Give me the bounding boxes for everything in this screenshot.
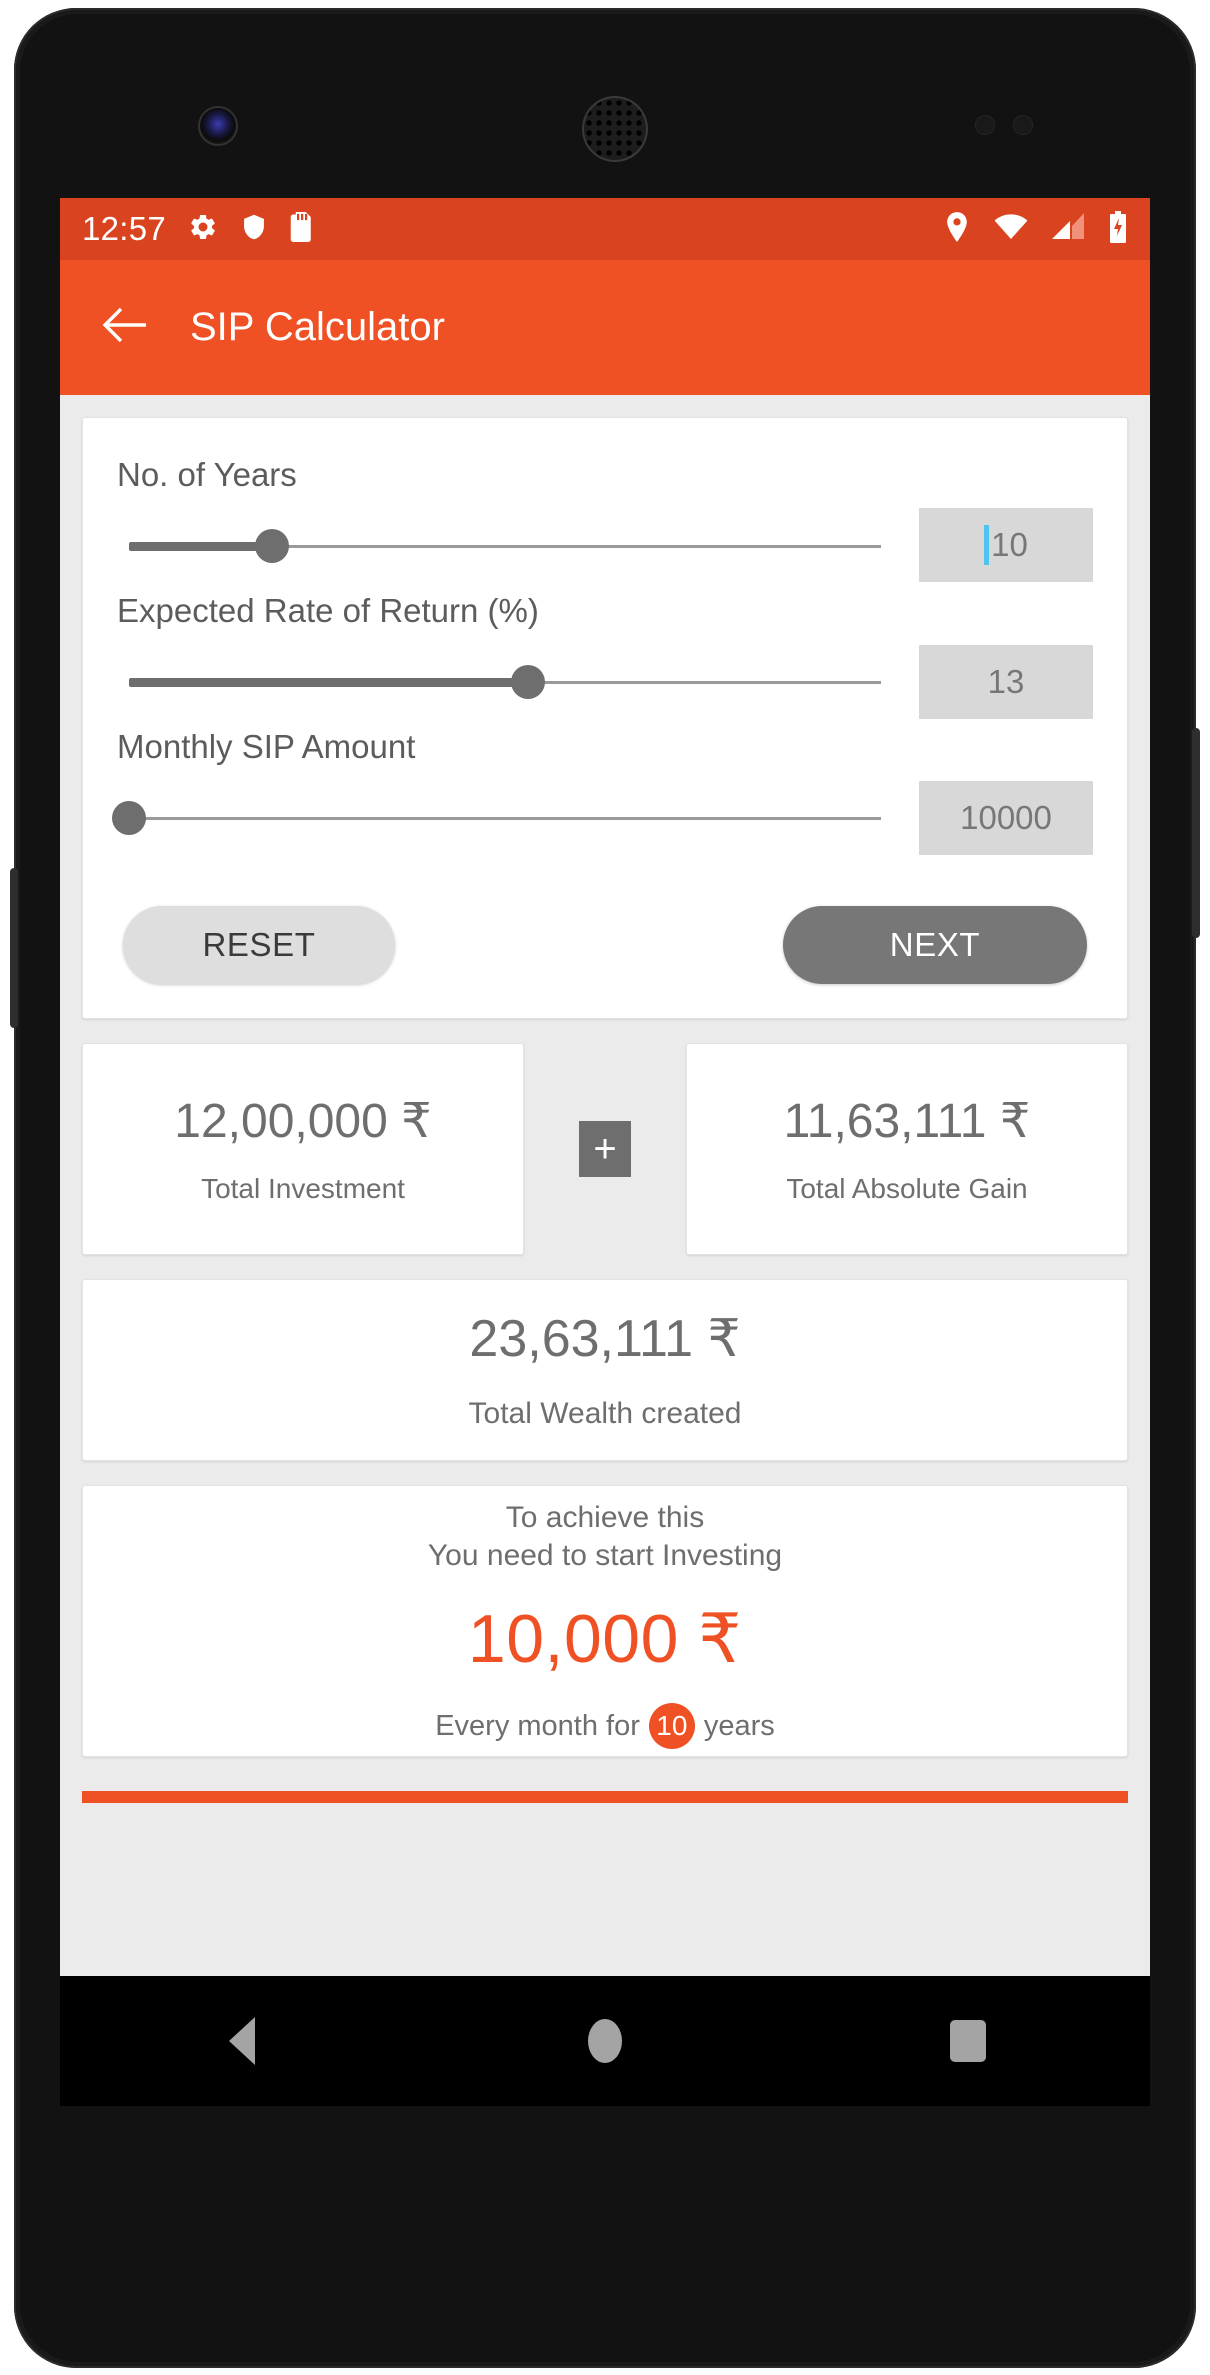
inputs-card: No. of Years 10 Expected Rate of Return … (82, 417, 1128, 1019)
back-button[interactable] (88, 291, 162, 365)
years-input[interactable]: 10 (919, 508, 1093, 582)
goal-line-1: To achieve this (505, 1500, 705, 1534)
total-gain-card: 11,63,111 ₹ Total Absolute Gain (686, 1043, 1128, 1255)
signal-icon (1052, 212, 1084, 246)
total-gain-amount: 11,63,111 ₹ (783, 1095, 1031, 1148)
total-wealth-caption: Total Wealth created (468, 1397, 742, 1430)
label-monthly-sip: Monthly SIP Amount (117, 728, 416, 765)
total-investment-caption: Total Investment (201, 1173, 405, 1204)
bottom-accent-strip (82, 1791, 1128, 1803)
reset-button[interactable]: RESET (123, 906, 395, 984)
sip-amount-input[interactable]: 10000 (919, 781, 1093, 855)
slider-fill (129, 542, 272, 551)
goal-line-2: You need to start Investing (427, 1538, 783, 1572)
light-sensor-icon (1014, 116, 1032, 134)
volume-button[interactable] (1192, 728, 1200, 938)
phone-device-frame: 12:57 SIP Calculator No. of Years 10 Exp… (10, 8, 1200, 2368)
gear-icon (188, 212, 218, 247)
next-button[interactable]: NEXT (783, 906, 1087, 984)
arrow-left-icon (102, 306, 148, 349)
sip-amount-input-value: 10000 (960, 799, 1052, 836)
goal-footer-prefix: Every month for (435, 1709, 640, 1742)
label-no-of-years: No. of Years (117, 456, 297, 493)
android-navigation-bar (60, 1976, 1150, 2106)
earpiece-speaker-icon (584, 98, 646, 160)
slider-track (129, 817, 881, 820)
nav-back-button[interactable] (182, 1996, 302, 2086)
status-bar-left: 12:57 (82, 210, 314, 248)
nav-recents-button[interactable] (908, 1996, 1028, 2086)
slider-sip-amount[interactable] (112, 772, 893, 864)
shield-icon (240, 212, 268, 247)
location-icon (944, 211, 970, 248)
slider-row-rate: 13 (117, 636, 1093, 728)
goal-monthly-amount: 10,000 ₹ (467, 1601, 743, 1678)
status-bar-right (944, 210, 1128, 248)
page-title: SIP Calculator (190, 305, 445, 349)
proximity-sensor-icon (976, 116, 994, 134)
status-clock: 12:57 (82, 210, 167, 247)
sd-card-icon (290, 211, 314, 247)
rate-input-value: 13 (987, 663, 1025, 700)
total-wealth-card: 23,63,111 ₹ Total Wealth created (82, 1279, 1128, 1461)
slider-thumb[interactable] (112, 801, 146, 835)
app-bar: SIP Calculator (60, 260, 1150, 395)
years-input-value: 10 (991, 526, 1028, 563)
slider-row-years: 10 (117, 500, 1093, 592)
label-expected-rate: Expected Rate of Return (%) (117, 592, 539, 629)
wifi-icon (994, 213, 1028, 246)
plus-icon: + (579, 1121, 631, 1177)
status-bar: 12:57 (60, 198, 1150, 260)
slider-thumb[interactable] (254, 529, 289, 563)
results-split-row: 12,00,000 ₹ Total Investment + 11,63,111… (82, 1043, 1128, 1255)
front-camera-icon (200, 108, 236, 144)
nav-home-button[interactable] (545, 1996, 665, 2086)
goal-footer: Every month for 10 years (435, 1703, 775, 1750)
main-content: No. of Years 10 Expected Rate of Return … (60, 395, 1150, 1803)
nav-recents-icon (950, 2020, 987, 2062)
slider-row-sip: 10000 (112, 772, 1093, 864)
total-gain-caption: Total Absolute Gain (786, 1173, 1028, 1204)
battery-charging-icon (1108, 210, 1128, 248)
nav-back-icon (228, 2017, 255, 2065)
slider-rate[interactable] (117, 636, 893, 728)
text-cursor (984, 525, 990, 565)
form-actions: RESET NEXT (117, 906, 1093, 984)
goal-card: To achieve this You need to start Invest… (82, 1485, 1128, 1757)
nav-home-icon (587, 2019, 622, 2063)
total-investment-amount: 12,00,000 ₹ (174, 1095, 432, 1148)
years-badge: 10 (648, 1703, 695, 1750)
slider-thumb[interactable] (510, 665, 545, 699)
slider-fill (129, 678, 528, 687)
phone-screen: 12:57 SIP Calculator No. of Years 10 Exp… (60, 198, 1150, 1976)
rate-input[interactable]: 13 (919, 645, 1093, 719)
goal-footer-suffix: years (703, 1709, 775, 1742)
total-investment-card: 12,00,000 ₹ Total Investment (82, 1043, 524, 1255)
total-wealth-amount: 23,63,111 ₹ (469, 1310, 741, 1368)
power-button[interactable] (10, 868, 18, 1028)
slider-years[interactable] (117, 500, 893, 592)
